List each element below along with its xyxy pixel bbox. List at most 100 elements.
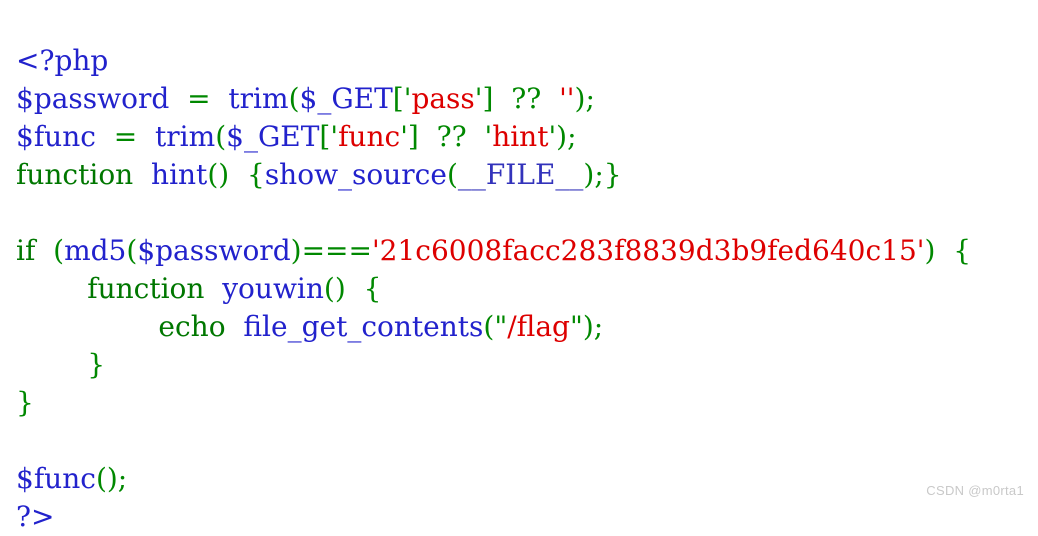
code-token: { [363, 272, 382, 305]
php-source-code-listing: <?php $password = trim($_GET['pass'] ?? '… [0, 28, 1038, 536]
code-token: { [953, 234, 972, 267]
code-token: ' [474, 82, 483, 115]
code-token: $_GET [226, 120, 320, 153]
code-token: = [187, 82, 211, 115]
code-token: ( [446, 158, 458, 191]
code-token: <?php [16, 44, 109, 77]
code-token: ' [400, 120, 408, 153]
code-token: file_get_contents [243, 310, 484, 343]
code-token: () [95, 462, 118, 495]
code-token: youwin [222, 272, 324, 305]
code-line: <?php [16, 42, 1038, 80]
code-token: ?> [16, 500, 55, 533]
code-token: trim [228, 82, 289, 115]
code-token: ( [215, 120, 227, 153]
code-token: " [569, 310, 583, 343]
code-token: } [16, 386, 34, 419]
code-line: ?> [16, 498, 1038, 536]
code-token: [ [319, 120, 331, 153]
code-token: () [207, 158, 230, 191]
code-token: " [494, 310, 508, 343]
code-token: === [301, 234, 372, 267]
code-token: $func [16, 120, 96, 153]
code-line: if (md5($password)==='21c6008facc283f883… [16, 232, 1038, 270]
code-token: ) [290, 234, 302, 267]
code-token: { [246, 158, 265, 191]
code-token: = [113, 120, 138, 153]
code-token: ; [117, 462, 128, 495]
code-token: ; [593, 310, 604, 343]
code-line: echo file_get_contents("/flag"); [16, 308, 1038, 346]
csdn-watermark: CSDN @m0rta1 [926, 483, 1024, 498]
code-line: ​ [16, 422, 1038, 460]
code-line: } [16, 346, 1038, 384]
code-token: echo [158, 310, 226, 343]
code-token: func [338, 120, 401, 153]
code-token: function [16, 158, 134, 191]
code-token: ; [585, 82, 595, 115]
code-token: ) [574, 82, 586, 115]
code-line: $func(); [16, 460, 1038, 498]
page-root: <?php $password = trim($_GET['pass'] ?? '… [0, 0, 1038, 533]
code-line: function youwin() { [16, 270, 1038, 308]
code-token: trim [155, 120, 216, 153]
code-token: ( [483, 310, 495, 343]
code-token: ( [126, 234, 138, 267]
code-token: $password [137, 234, 291, 267]
code-token: ] [407, 120, 419, 153]
code-token: ) [583, 158, 595, 191]
code-token: [ [392, 82, 404, 115]
code-token: ) [582, 310, 594, 343]
code-token: ' [330, 120, 339, 153]
code-line: } [16, 384, 1038, 422]
code-token: /flag [507, 310, 570, 343]
code-token: ?? [511, 82, 542, 115]
code-token: ) [556, 120, 568, 153]
code-token: ' [371, 234, 380, 267]
code-token: function [87, 272, 205, 305]
code-token: ; [567, 120, 577, 153]
code-token: __FILE__ [457, 158, 584, 191]
code-token: pass [411, 82, 475, 115]
code-token: 21c6008facc283f8839d3b9fed640c15 [379, 234, 917, 267]
code-token: show_source [264, 158, 447, 191]
code-token: ] [482, 82, 494, 115]
code-line: $func = trim($_GET['func'] ?? 'hint'); [16, 118, 1038, 156]
code-token: ( [53, 234, 65, 267]
code-token: () [323, 272, 346, 305]
code-token: } [87, 348, 106, 381]
code-token: if [16, 234, 36, 267]
code-token: } [603, 158, 622, 191]
code-token: md5 [64, 234, 127, 267]
code-line: $password = trim($_GET['pass'] ?? ''); [16, 80, 1038, 118]
code-line: function hint() {show_source(__FILE__);} [16, 156, 1038, 194]
code-token: $func [16, 462, 96, 495]
code-token: ' [916, 234, 925, 267]
code-token: '' [559, 82, 575, 115]
code-token: hint [492, 120, 549, 153]
code-token: $password [16, 82, 170, 115]
code-token: ; [594, 158, 604, 191]
code-token: ?? [436, 120, 467, 153]
code-line: ​ [16, 194, 1038, 232]
code-token: ( [288, 82, 300, 115]
code-token: ) [924, 234, 936, 267]
